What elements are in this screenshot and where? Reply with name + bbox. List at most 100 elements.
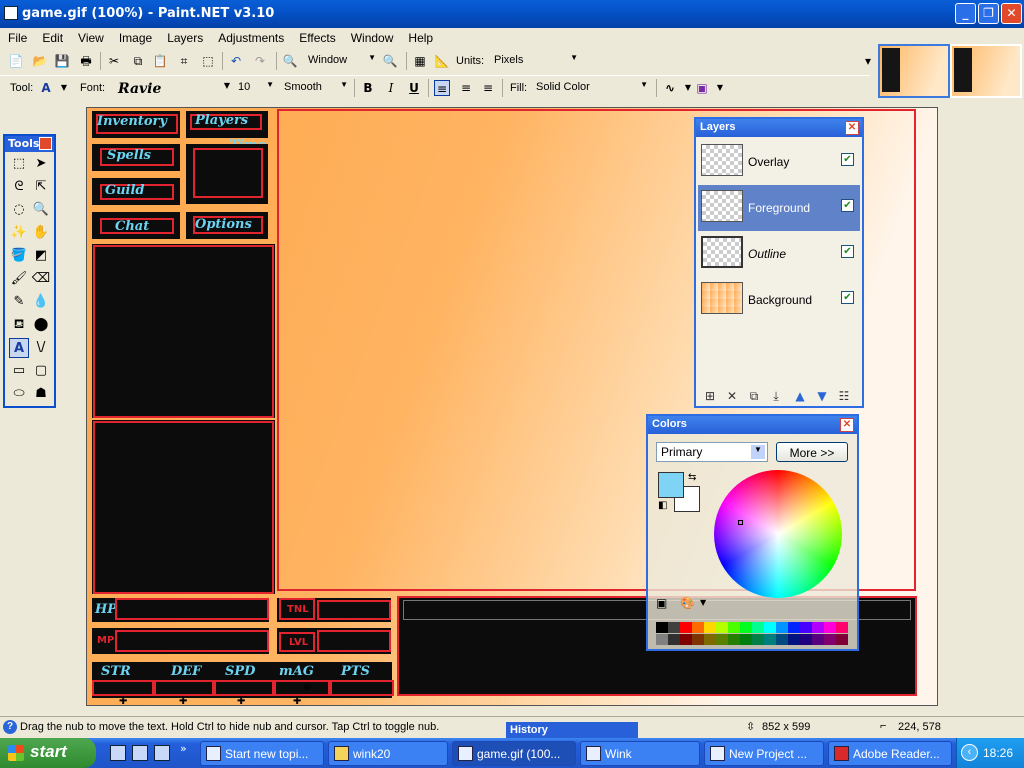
- antialiasing-icon[interactable]: ∿: [662, 80, 678, 96]
- close-icon[interactable]: ✕: [845, 121, 859, 135]
- lasso-select-icon[interactable]: ᘓ: [9, 177, 29, 197]
- line-curve-icon[interactable]: \/: [31, 338, 51, 358]
- align-center-icon[interactable]: ≡: [458, 80, 474, 96]
- palette-swatch[interactable]: [764, 634, 776, 645]
- palette-swatch[interactable]: [692, 634, 704, 645]
- swap-colors-icon[interactable]: ⇆: [688, 472, 696, 483]
- italic-button[interactable]: I: [383, 80, 399, 96]
- add-to-palette-icon[interactable]: ▣: [656, 596, 667, 610]
- quicklaunch-chevron-icon[interactable]: »: [180, 742, 187, 755]
- bold-button[interactable]: B: [360, 80, 376, 96]
- history-panel-header[interactable]: History: [506, 722, 638, 738]
- primary-color-swatch[interactable]: [658, 472, 684, 498]
- units-combo[interactable]: Pixels ▼: [490, 52, 580, 70]
- palette-swatch[interactable]: [836, 622, 848, 633]
- tray-expand-icon[interactable]: ‹: [961, 744, 978, 761]
- palette-swatch[interactable]: [800, 622, 812, 633]
- task-new-project[interactable]: New Project ...: [704, 741, 824, 766]
- crop-icon[interactable]: ⌗: [176, 53, 192, 69]
- text-tool-icon[interactable]: A: [38, 80, 54, 96]
- layer-properties-icon[interactable]: ☷: [836, 389, 852, 405]
- text-nub-icon[interactable]: ✚: [179, 696, 187, 707]
- color-palette[interactable]: [656, 622, 850, 646]
- task-start-new-topic[interactable]: Start new topi...: [200, 741, 324, 766]
- more-colors-button[interactable]: More >>: [776, 442, 848, 462]
- paint-bucket-icon[interactable]: 🪣: [9, 246, 29, 266]
- toolbar-overflow-icon[interactable]: ▾: [860, 53, 876, 69]
- palette-swatch[interactable]: [704, 634, 716, 645]
- print-icon[interactable]: 🖶: [78, 53, 94, 69]
- layer-visibility-checkbox[interactable]: ✔: [841, 199, 854, 212]
- palette-swatch[interactable]: [656, 622, 668, 633]
- move-selected-icon[interactable]: ➤: [31, 154, 51, 174]
- palette-swatch[interactable]: [812, 634, 824, 645]
- image-thumbnail-2[interactable]: [950, 44, 1022, 98]
- color-mode-combo[interactable]: Primary ▼: [656, 442, 768, 462]
- rectangle-icon[interactable]: ▭: [9, 361, 29, 381]
- open-folder-icon[interactable]: 📂: [32, 53, 48, 69]
- color-wheel[interactable]: [714, 470, 842, 598]
- close-icon[interactable]: ✕: [39, 137, 52, 150]
- palette-swatch[interactable]: [740, 634, 752, 645]
- reset-colors-icon[interactable]: ◧: [658, 500, 667, 511]
- menu-adjustments[interactable]: Adjustments: [210, 28, 291, 45]
- palette-swatch[interactable]: [656, 634, 668, 645]
- task-wink20[interactable]: wink20: [328, 741, 448, 766]
- new-file-icon[interactable]: 📄: [8, 53, 24, 69]
- copy-icon[interactable]: ⧉: [130, 53, 146, 69]
- align-left-icon[interactable]: ≡: [434, 80, 450, 96]
- blend-mode-icon[interactable]: ▣: [694, 80, 710, 96]
- magic-wand-icon[interactable]: ✨: [9, 223, 29, 243]
- layer-row-foreground[interactable]: Foreground ✔: [698, 185, 860, 231]
- menu-image[interactable]: Image: [111, 28, 159, 45]
- palette-swatch[interactable]: [800, 634, 812, 645]
- palette-swatch[interactable]: [680, 622, 692, 633]
- palette-swatch[interactable]: [776, 622, 788, 633]
- task-adobe-reader[interactable]: Adobe Reader...: [828, 741, 952, 766]
- menu-window[interactable]: Window: [343, 28, 401, 45]
- restore-button[interactable]: ❐: [978, 3, 999, 24]
- palette-swatch[interactable]: [716, 634, 728, 645]
- move-selection-icon[interactable]: ⇱: [31, 177, 51, 197]
- zoom-in-icon[interactable]: 🔍: [382, 53, 398, 69]
- recolor-icon[interactable]: ⬤: [31, 315, 51, 335]
- palette-swatch[interactable]: [824, 622, 836, 633]
- eraser-icon[interactable]: ⌫: [31, 269, 51, 289]
- rounded-rectangle-icon[interactable]: ▢: [31, 361, 51, 381]
- move-layer-up-icon[interactable]: ▲: [792, 389, 808, 405]
- palette-swatch[interactable]: [788, 622, 800, 633]
- palette-swatch[interactable]: [836, 634, 848, 645]
- pencil-icon[interactable]: ✎: [9, 292, 29, 312]
- quicklaunch-icon[interactable]: [132, 745, 148, 761]
- rulers-icon[interactable]: 📐: [434, 53, 450, 69]
- ellipse-select-icon[interactable]: ◌: [9, 200, 29, 220]
- grid-icon[interactable]: ▦: [412, 53, 428, 69]
- chevron-down-icon[interactable]: ▼: [56, 80, 72, 96]
- menu-help[interactable]: Help: [400, 28, 440, 45]
- palette-swatch[interactable]: [728, 634, 740, 645]
- layer-row-outline[interactable]: Outline ✔: [698, 231, 860, 277]
- align-right-icon[interactable]: ≡: [480, 80, 496, 96]
- text-nub-icon[interactable]: ✚: [119, 696, 127, 707]
- menu-file[interactable]: File: [0, 28, 34, 45]
- clone-stamp-icon[interactable]: ⛾: [9, 315, 29, 335]
- chevron-down-icon[interactable]: ▼: [700, 598, 706, 607]
- palette-swatch[interactable]: [812, 622, 824, 633]
- menu-effects[interactable]: Effects: [291, 28, 342, 45]
- minimize-button[interactable]: _: [955, 3, 976, 24]
- paintbrush-icon[interactable]: 🖌: [9, 269, 29, 289]
- deselect-icon[interactable]: ⬚: [200, 53, 216, 69]
- move-layer-down-icon[interactable]: ▼: [814, 389, 830, 405]
- undo-icon[interactable]: ↶: [228, 53, 244, 69]
- palette-swatch[interactable]: [740, 622, 752, 633]
- quicklaunch-icon[interactable]: [154, 745, 170, 761]
- palette-swatch[interactable]: [716, 622, 728, 633]
- gradient-icon[interactable]: ◩: [31, 246, 51, 266]
- layer-visibility-checkbox[interactable]: ✔: [841, 245, 854, 258]
- menu-view[interactable]: View: [70, 28, 111, 45]
- palette-swatch[interactable]: [692, 622, 704, 633]
- zoom-combo[interactable]: Window ▼: [304, 52, 378, 70]
- palette-swatch[interactable]: [752, 622, 764, 633]
- text-nub-icon[interactable]: ✚: [293, 696, 301, 707]
- font-size-combo[interactable]: 10 ▼: [234, 79, 276, 97]
